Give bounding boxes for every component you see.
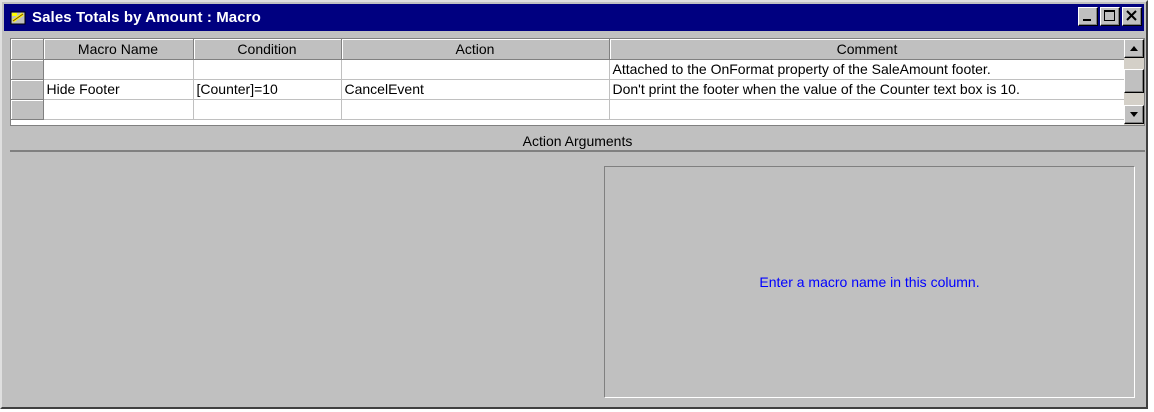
comment-cell[interactable]: Don't print the footer when the value of… xyxy=(609,79,1126,100)
arrow-up-icon xyxy=(1130,46,1138,51)
column-header-condition[interactable]: Condition xyxy=(193,39,342,60)
action-arguments-pane xyxy=(10,154,600,408)
window-title: Sales Totals by Amount : Macro xyxy=(32,9,261,26)
action-cell[interactable] xyxy=(341,59,610,80)
minimize-button[interactable] xyxy=(1078,7,1098,26)
action-cell[interactable] xyxy=(341,99,610,120)
macro-icon xyxy=(10,10,26,26)
select-all-corner[interactable] xyxy=(11,39,44,60)
table-row xyxy=(11,99,1126,120)
table-row: Attached to the OnFormat property of the… xyxy=(11,59,1126,80)
condition-cell[interactable]: [Counter]=10 xyxy=(193,79,342,100)
macro-window: Sales Totals by Amount : Macro Macro Nam… xyxy=(0,0,1148,409)
help-text: Enter a macro name in this column. xyxy=(759,274,980,290)
action-arguments-header: Action Arguments xyxy=(10,130,1145,152)
arrow-down-icon xyxy=(1130,112,1138,117)
scroll-down-button[interactable] xyxy=(1124,105,1144,124)
minimize-icon xyxy=(1083,19,1091,21)
vertical-scrollbar[interactable] xyxy=(1124,39,1144,125)
column-header-action[interactable]: Action xyxy=(341,39,610,60)
window-controls xyxy=(1078,7,1142,26)
row-selector[interactable] xyxy=(11,79,44,100)
macro-name-cell[interactable] xyxy=(43,59,194,80)
column-header-comment[interactable]: Comment xyxy=(609,39,1126,60)
row-selector[interactable] xyxy=(11,99,44,120)
comment-cell[interactable]: Attached to the OnFormat property of the… xyxy=(609,59,1126,80)
maximize-button[interactable] xyxy=(1100,7,1120,26)
close-icon xyxy=(1126,10,1137,21)
scroll-thumb[interactable] xyxy=(1124,69,1144,93)
macro-name-cell[interactable] xyxy=(43,99,194,120)
condition-cell[interactable] xyxy=(193,99,342,120)
column-header-macro-name[interactable]: Macro Name xyxy=(43,39,194,60)
scroll-up-button[interactable] xyxy=(1124,39,1144,58)
header-row: Macro Name Condition Action Comment xyxy=(11,39,1126,60)
macro-name-cell[interactable]: Hide Footer xyxy=(43,79,194,100)
row-selector[interactable] xyxy=(11,59,44,80)
close-button[interactable] xyxy=(1122,7,1142,26)
title-bar[interactable]: Sales Totals by Amount : Macro xyxy=(4,4,1144,31)
macro-grid: Macro Name Condition Action Comment Atta… xyxy=(10,38,1145,126)
maximize-icon xyxy=(1104,10,1115,21)
table-row: Hide Footer [Counter]=10 CancelEvent Don… xyxy=(11,79,1126,100)
condition-cell[interactable] xyxy=(193,59,342,80)
help-panel: Enter a macro name in this column. xyxy=(604,166,1135,398)
action-cell[interactable]: CancelEvent xyxy=(341,79,610,100)
comment-cell[interactable] xyxy=(609,99,1126,120)
macro-table: Macro Name Condition Action Comment Atta… xyxy=(11,39,1126,120)
